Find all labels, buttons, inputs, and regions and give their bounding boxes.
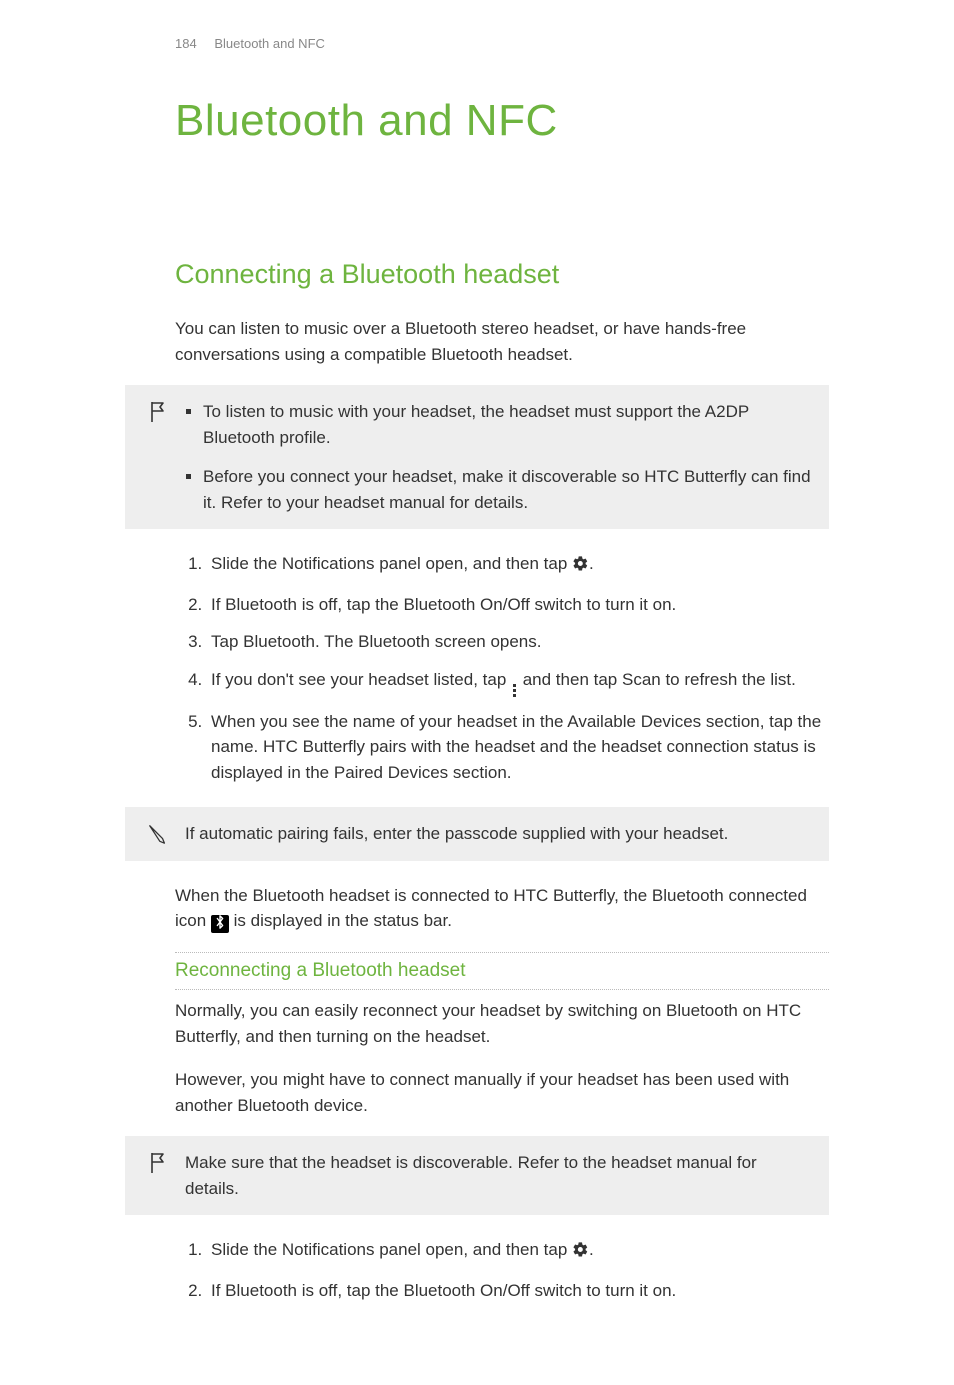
requirement-note: To listen to music with your headset, th… bbox=[125, 385, 829, 529]
bluetooth-label: Bluetooth bbox=[243, 632, 315, 651]
page-number: 184 bbox=[175, 36, 197, 51]
bluetooth-connected-icon bbox=[211, 915, 229, 933]
manual-page: 184 Bluetooth and NFC Bluetooth and NFC … bbox=[0, 0, 954, 1385]
running-title: Bluetooth and NFC bbox=[214, 36, 325, 51]
requirement-note: Make sure that the headset is discoverab… bbox=[125, 1136, 829, 1215]
step: If you don't see your headset listed, ta… bbox=[207, 667, 829, 697]
pencil-icon bbox=[145, 821, 171, 845]
step: When you see the name of your headset in… bbox=[207, 709, 829, 786]
intro-paragraph: You can listen to music over a Bluetooth… bbox=[175, 316, 829, 367]
scan-label: Scan bbox=[622, 670, 661, 689]
step: Slide the Notifications panel open, and … bbox=[207, 1237, 829, 1266]
flag-icon bbox=[145, 1150, 171, 1174]
settings-gear-icon bbox=[572, 1240, 589, 1266]
chapter-title: Bluetooth and NFC bbox=[175, 88, 829, 154]
tip-note: If automatic pairing fails, enter the pa… bbox=[125, 807, 829, 861]
step: Tap Bluetooth. The Bluetooth screen open… bbox=[207, 629, 829, 655]
page-header: 184 Bluetooth and NFC bbox=[125, 34, 829, 54]
onoff-label: On/Off bbox=[480, 595, 530, 614]
paragraph: When the Bluetooth headset is connected … bbox=[175, 883, 829, 934]
paragraph: However, you might have to connect manua… bbox=[175, 1067, 829, 1118]
subsection-heading: Reconnecting a Bluetooth headset bbox=[175, 952, 829, 991]
overflow-menu-icon bbox=[511, 684, 518, 697]
settings-gear-icon bbox=[572, 554, 589, 580]
step: If Bluetooth is off, tap the Bluetooth O… bbox=[207, 592, 829, 618]
note-item: To listen to music with your headset, th… bbox=[203, 399, 813, 450]
tip-text: If automatic pairing fails, enter the pa… bbox=[185, 821, 813, 847]
note-item: Before you connect your headset, make it… bbox=[203, 464, 813, 515]
onoff-label: On/Off bbox=[480, 1281, 530, 1300]
steps-list: Slide the Notifications panel open, and … bbox=[175, 551, 829, 785]
flag-icon bbox=[145, 399, 171, 423]
note-text: Make sure that the headset is discoverab… bbox=[185, 1150, 813, 1201]
step: Slide the Notifications panel open, and … bbox=[207, 551, 829, 580]
steps-list: Slide the Notifications panel open, and … bbox=[175, 1237, 829, 1303]
step: If Bluetooth is off, tap the Bluetooth O… bbox=[207, 1278, 829, 1304]
paragraph: Normally, you can easily reconnect your … bbox=[175, 998, 829, 1049]
section-heading: Connecting a Bluetooth headset bbox=[175, 254, 829, 295]
